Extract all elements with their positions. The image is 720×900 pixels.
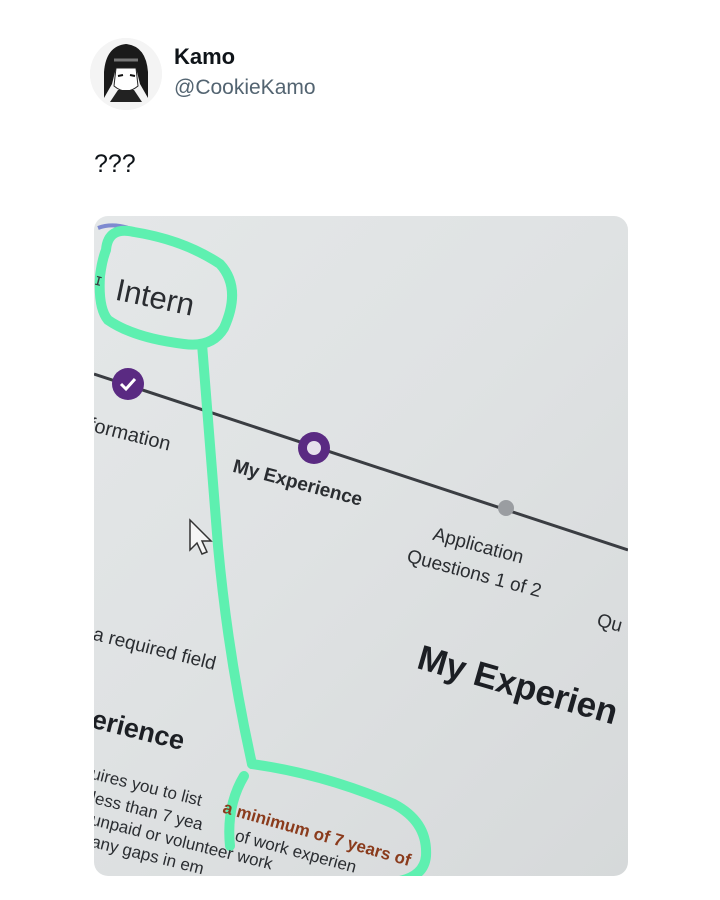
highlight-connector — [197, 339, 257, 769]
author-avatar[interactable] — [90, 38, 162, 110]
step-upcoming-dot — [498, 500, 514, 516]
author-handle[interactable]: @CookieKamo — [174, 76, 316, 100]
tweet-text: ??? — [94, 150, 136, 178]
cursor-icon — [189, 518, 213, 555]
avatar-image — [90, 38, 162, 110]
progress-track — [94, 372, 628, 552]
step-completed-dot — [112, 368, 144, 400]
author-name[interactable]: Kamo — [174, 44, 235, 70]
step-current-inner — [307, 441, 321, 455]
tweet-photo[interactable]: ɪ Intern formation My Experience Applica… — [94, 216, 628, 876]
